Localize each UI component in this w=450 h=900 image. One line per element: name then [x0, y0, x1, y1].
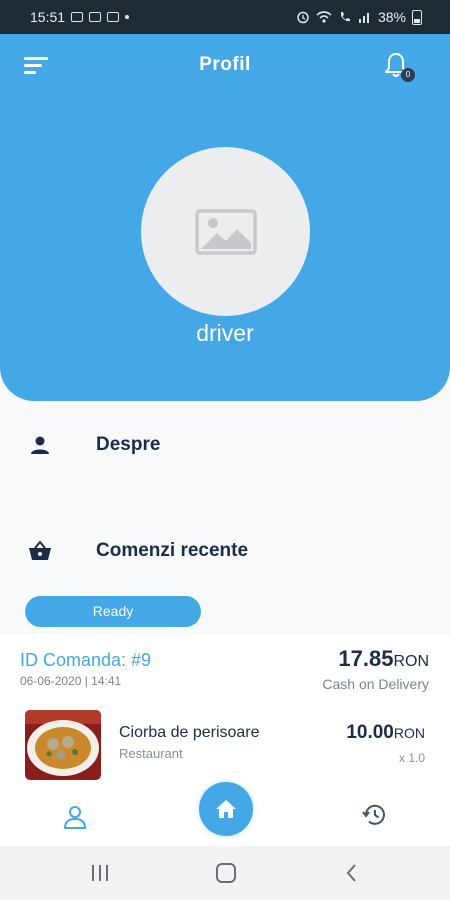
bottom-nav — [0, 782, 450, 846]
item-price: 10.00RON — [346, 722, 425, 744]
home-button[interactable] — [199, 782, 253, 836]
back-icon[interactable] — [340, 862, 364, 884]
status-left: 15:51 — [30, 9, 130, 25]
home-nav-icon[interactable] — [214, 862, 238, 884]
username: driver — [196, 320, 254, 346]
status-time: 15:51 — [30, 9, 66, 25]
item-category: Restaurant — [119, 746, 183, 761]
item-name: Ciorba de perisoare — [119, 724, 260, 741]
history-icon[interactable] — [362, 802, 388, 828]
status-right: 38% — [296, 9, 422, 25]
gallery-notification-icon — [71, 12, 84, 22]
mail-notification-icon — [89, 12, 102, 22]
item-quantity: x 1.0 — [398, 751, 425, 765]
recent-apps-icon[interactable] — [88, 862, 112, 884]
item-price-amount: 10.00 — [346, 722, 394, 743]
battery-percent: 38% — [377, 9, 406, 25]
order-total: 17.85RON — [338, 646, 429, 672]
menu-item-comenzi-recente[interactable]: Comenzi recente — [0, 531, 450, 571]
order-total-amount: 17.85 — [338, 646, 394, 671]
payment-method: Cash on Delivery — [322, 676, 429, 692]
profile-icon[interactable] — [62, 804, 88, 830]
menu-item-label: Despre — [96, 434, 161, 455]
more-notifications-icon — [125, 15, 130, 19]
order-id: ID Comanda: #9 — [20, 650, 152, 670]
recent-order-card[interactable]: ID Comanda: #9 06-06-2020 | 14:41 17.85R… — [0, 634, 450, 796]
menu-item-despre[interactable]: Despre — [0, 425, 450, 465]
status-bar: 15:51 38% — [0, 0, 450, 34]
alarm-icon — [297, 11, 309, 24]
wifi-icon — [316, 11, 332, 23]
image-placeholder-icon — [194, 208, 257, 255]
menu-item-label: Comenzi recente — [96, 540, 249, 561]
profile-header: Profil 0 driver — [0, 34, 450, 401]
order-date: 06-06-2020 | 14:41 — [20, 674, 122, 688]
person-icon — [31, 436, 49, 454]
signal-icon — [358, 13, 369, 23]
item-price-currency: RON — [393, 725, 425, 741]
notifications-button[interactable]: 0 — [384, 52, 415, 82]
system-nav-bar — [0, 846, 450, 900]
basket-icon — [29, 540, 51, 560]
item-thumbnail — [25, 710, 101, 780]
mail-notification-icon-2 — [107, 12, 120, 22]
battery-icon — [412, 9, 422, 25]
notification-count-badge: 0 — [401, 68, 415, 82]
page-title: Profil — [199, 54, 251, 75]
volte-call-icon — [340, 12, 350, 22]
avatar[interactable] — [141, 147, 310, 316]
order-status-chip: Ready — [25, 596, 201, 627]
home-icon — [216, 800, 236, 818]
order-total-currency: RON — [393, 653, 429, 670]
soup-image — [25, 710, 101, 780]
